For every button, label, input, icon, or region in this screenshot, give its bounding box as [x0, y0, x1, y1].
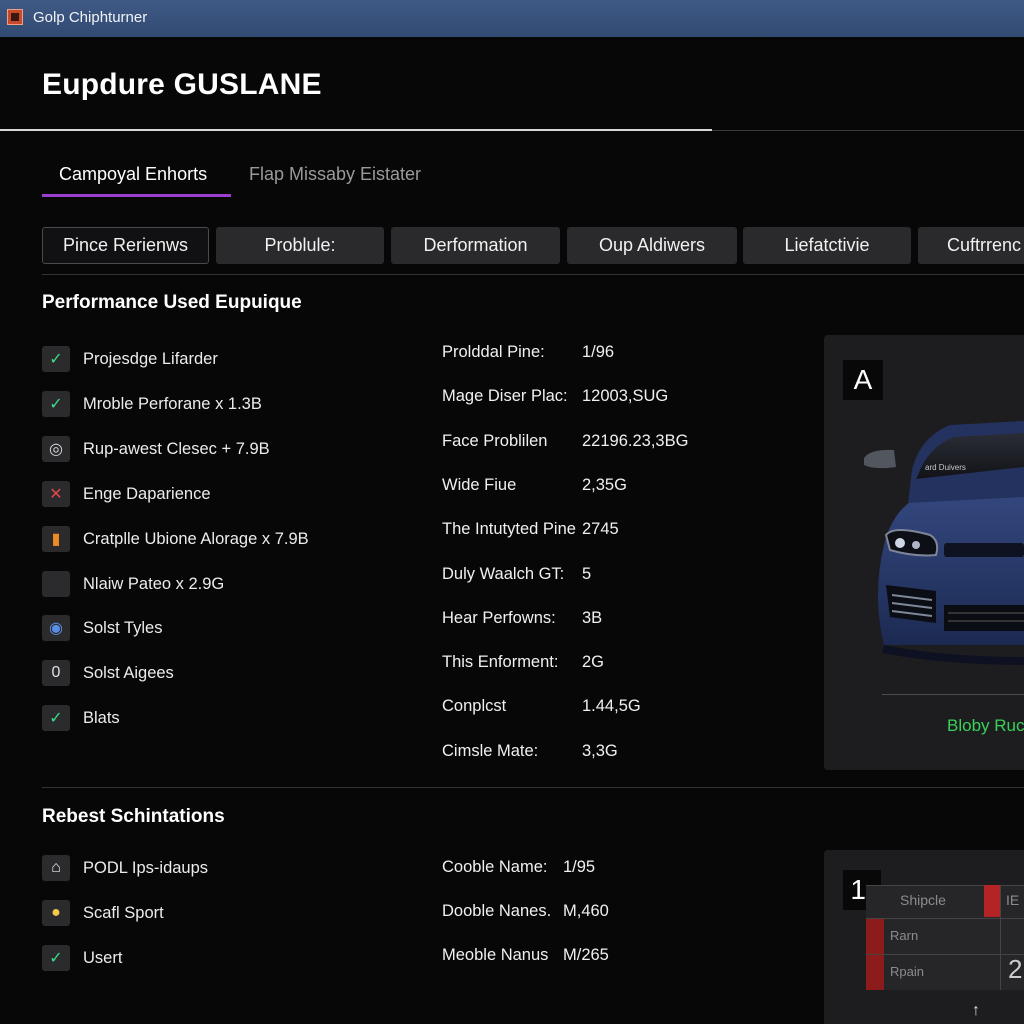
- spec-key: Conplcst: [442, 697, 507, 716]
- spec-value: M,460: [563, 902, 609, 920]
- check-icon: ✓: [42, 346, 70, 372]
- badge-icon: ●: [42, 900, 70, 926]
- stats-table: Shipcle IE Rarn Rpain 2: [866, 885, 1024, 990]
- feature-label: PODL Ips-idaups: [83, 859, 209, 877]
- spec-key: Face Problilen: [442, 431, 548, 450]
- section-divider: [42, 787, 1024, 788]
- header-divider: [0, 129, 712, 131]
- tab-flap-missaby[interactable]: Flap Missaby Eistater: [249, 164, 421, 185]
- stats-panel[interactable]: 1. Shipcle IE Rarn Rpain 2 ↑: [824, 850, 1024, 1024]
- spec-value: 5: [582, 564, 592, 583]
- panel-divider: [882, 694, 1024, 695]
- spec-key: Meoble Nanus: [442, 946, 549, 964]
- window-title: Golp Chiphturner: [33, 9, 148, 26]
- spec-key: Cimsle Mate:: [442, 741, 539, 760]
- table-value: 2: [1008, 954, 1023, 984]
- category-button-5[interactable]: Liefatctivie: [743, 227, 911, 264]
- feature-label: Mroble Perforane x 1.3B: [83, 394, 262, 413]
- cross-icon: ✕: [42, 480, 70, 507]
- title-bar: Golp Chiphturner: [0, 0, 1024, 37]
- spec-key: This Enforment:: [442, 653, 559, 672]
- spec-key: Wide Fiue: [442, 475, 517, 494]
- feature-label: Cratplle Ubione Alorage x 7.9B: [83, 529, 309, 548]
- category-button-2[interactable]: Problule:: [216, 227, 384, 264]
- table-header: Shipcle: [900, 892, 946, 908]
- check-icon: ✓: [42, 945, 70, 971]
- globe-icon: ◉: [42, 615, 70, 642]
- spec-key: Dooble Nanes.: [442, 902, 552, 920]
- feature-label: Blats: [83, 709, 120, 728]
- category-button-4[interactable]: Oup Aldiwers: [567, 227, 737, 264]
- spec-key: Prolddal Pine:: [442, 343, 545, 361]
- section-title-rebest: Rebest Schintations: [42, 806, 225, 827]
- spec-key: Cooble Name:: [442, 858, 548, 876]
- windshield-sticker: ard Duivers: [925, 463, 966, 472]
- feature-label: Enge Daparience: [83, 484, 211, 503]
- category-button-1[interactable]: Pince Rerienws: [42, 227, 209, 264]
- table-row: Rarn: [890, 928, 919, 943]
- spec-value: 1.44,5G: [582, 697, 641, 716]
- app-icon: [7, 9, 23, 25]
- spec-value: 2,35G: [582, 475, 627, 494]
- zero-icon: 0: [42, 660, 70, 687]
- spec-key: Mage Diser Plac:: [442, 387, 568, 406]
- target-icon: ◎: [42, 435, 70, 462]
- table-header-2: IE: [1006, 892, 1020, 908]
- spec-value: 3,3G: [582, 741, 618, 760]
- car-image: ard Duivers: [864, 421, 1024, 665]
- spec-value: M/265: [563, 946, 609, 964]
- feature-label: Solst Tyles: [83, 619, 163, 638]
- feature-label: Usert: [83, 949, 123, 967]
- page-title: Eupdure GUSLANE: [42, 68, 322, 101]
- spec-value: 2G: [582, 653, 605, 672]
- tab-campoyal-enhorts[interactable]: Campoyal Enhorts: [59, 164, 207, 185]
- spec-value: 12003,SUG: [582, 387, 669, 406]
- spec-value: 22196.23,3BG: [582, 431, 689, 450]
- feature-label: Rup-awest Clesec + 7.9B: [83, 439, 270, 458]
- spec-key: Duly Waalch GT:: [442, 564, 565, 583]
- feature-label: Projesdge Lifarder: [83, 350, 218, 368]
- category-divider: [42, 274, 1024, 275]
- spec-value: 1/95: [563, 858, 596, 876]
- car-caption: Bloby Ruc: [947, 716, 1024, 735]
- spec-value: 1/96: [582, 343, 615, 361]
- check-icon: ✓: [42, 390, 70, 417]
- panel-badge: A: [843, 360, 883, 400]
- spec-key: The Intutyted Pine: [442, 520, 576, 539]
- feature-label: Solst Aigees: [83, 664, 174, 683]
- header-divider-right: [712, 130, 1024, 131]
- section-title-performance: Performance Used Eupuique: [42, 292, 302, 313]
- lock-icon: ⌂: [42, 855, 70, 881]
- check-icon: ✓: [42, 705, 70, 732]
- table-row: Rpain: [890, 964, 924, 979]
- feature-label: Nlaiw Pateo x 2.9G: [83, 574, 225, 593]
- spec-value: 3B: [582, 608, 603, 627]
- spec-value: 2745: [582, 520, 619, 539]
- red-bar: [984, 885, 1000, 917]
- category-button-3[interactable]: Derformation: [391, 227, 560, 264]
- active-tab-indicator: [42, 194, 231, 197]
- car-preview-panel[interactable]: A ard Duivers Bloby Ruc: [824, 335, 1024, 770]
- category-button-6[interactable]: Cuftrrenc: [918, 227, 1024, 264]
- up-arrow-icon[interactable]: ↑: [972, 1002, 980, 1020]
- spec-key: Hear Perfowns:: [442, 608, 556, 627]
- feature-label: Scafl Sport: [83, 904, 164, 922]
- blank-icon: [42, 570, 70, 597]
- bar-chart-icon: ▮: [42, 525, 70, 552]
